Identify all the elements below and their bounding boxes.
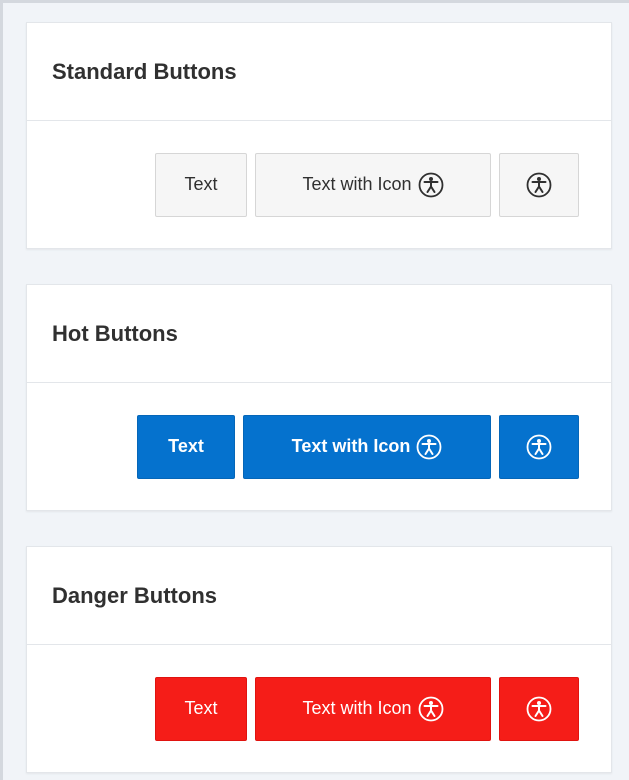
panel-body: Text Text with Icon bbox=[27, 383, 611, 510]
standard-text-with-icon-button[interactable]: Text with Icon bbox=[255, 152, 491, 217]
hot-icon-button[interactable] bbox=[499, 414, 579, 479]
hot-text-button[interactable]: Text bbox=[137, 414, 235, 479]
danger-icon-button[interactable] bbox=[499, 676, 579, 741]
hot-buttons-panel: Hot Buttons Text Text with Icon bbox=[26, 284, 612, 511]
danger-text-with-icon-button[interactable]: Text with Icon bbox=[255, 676, 491, 741]
standard-icon-button[interactable] bbox=[499, 152, 579, 217]
panel-header: Danger Buttons bbox=[27, 547, 611, 645]
panel-header: Standard Buttons bbox=[27, 23, 611, 121]
panel-header: Hot Buttons bbox=[27, 285, 611, 383]
panel-title: Hot Buttons bbox=[52, 320, 178, 346]
accessibility-icon bbox=[416, 434, 442, 460]
button-label: Text with Icon bbox=[302, 698, 412, 718]
danger-text-button[interactable]: Text bbox=[155, 676, 247, 741]
accessibility-icon bbox=[418, 696, 444, 722]
standard-buttons-panel: Standard Buttons Text Text with Icon bbox=[26, 22, 612, 249]
accessibility-icon bbox=[526, 434, 552, 460]
button-label: Text bbox=[184, 174, 218, 194]
accessibility-icon bbox=[526, 696, 552, 722]
button-label: Text bbox=[168, 436, 204, 456]
button-label: Text bbox=[184, 698, 218, 718]
button-label: Text with Icon bbox=[291, 436, 411, 456]
panel-title: Standard Buttons bbox=[52, 58, 237, 84]
panel-body: Text Text with Icon bbox=[27, 645, 611, 772]
accessibility-icon bbox=[418, 172, 444, 198]
panel-body: Text Text with Icon bbox=[27, 121, 611, 248]
button-label: Text with Icon bbox=[302, 174, 412, 194]
accessibility-icon bbox=[526, 172, 552, 198]
hot-text-with-icon-button[interactable]: Text with Icon bbox=[243, 414, 491, 479]
panel-title: Danger Buttons bbox=[52, 582, 217, 608]
standard-text-button[interactable]: Text bbox=[155, 152, 247, 217]
danger-buttons-panel: Danger Buttons Text Text with Icon bbox=[26, 546, 612, 773]
